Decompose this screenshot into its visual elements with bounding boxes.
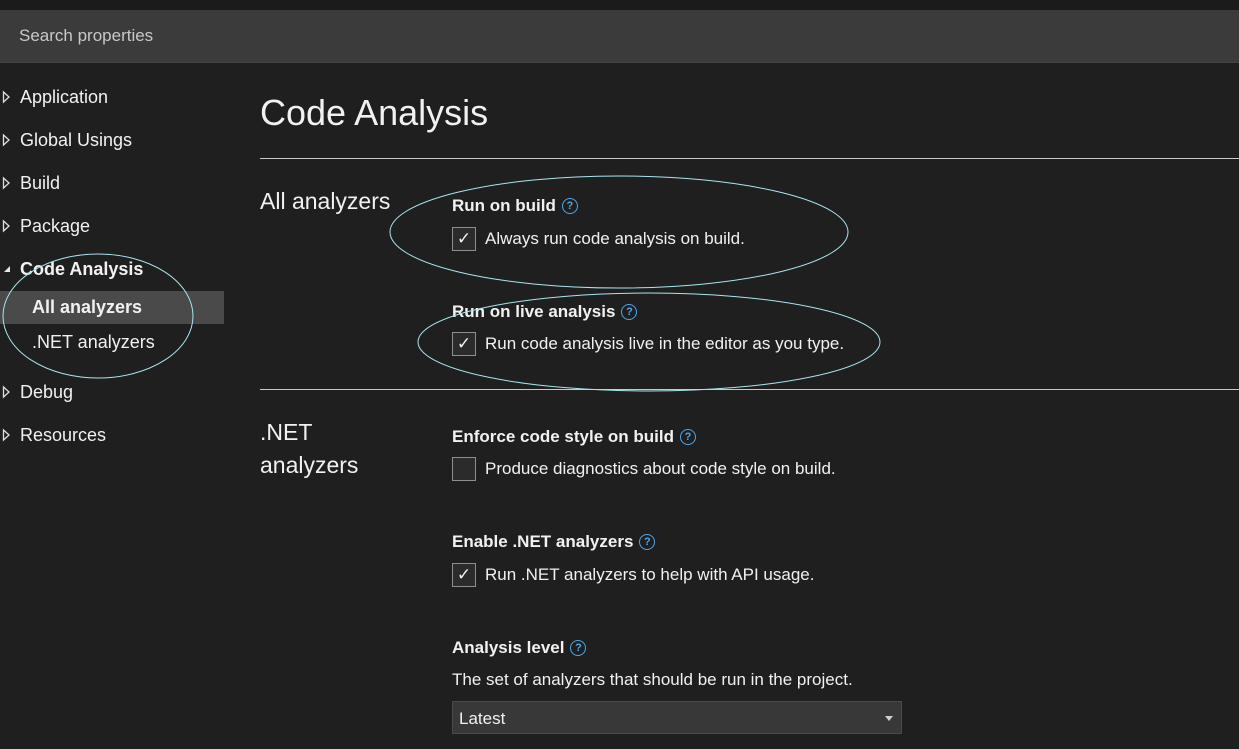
checkmark-icon: ✓: [456, 229, 472, 248]
sidebar-item-label: Resources: [20, 424, 107, 445]
section-divider: [260, 389, 1239, 390]
checkbox-label: Run .NET analyzers to help with API usag…: [485, 565, 815, 584]
chevron-right-icon: [2, 176, 10, 190]
search-input[interactable]: [0, 10, 1239, 62]
property-title-text: Analysis level: [452, 638, 565, 657]
property-title-text: Enable .NET analyzers: [452, 532, 634, 551]
chevron-down-icon: [885, 716, 893, 721]
section-title-net-analyzers: .NET analyzers: [260, 419, 359, 478]
checkbox-label: Produce diagnostics about code style on …: [485, 459, 836, 478]
sidebar: Application Global Usings Build Package …: [0, 63, 224, 749]
chevron-right-icon: [2, 428, 10, 442]
expanded-triangle-icon: [4, 266, 10, 272]
chevron-right-icon: [2, 133, 10, 147]
checkbox-run-on-build[interactable]: ✓ Always run code analysis on build.: [452, 227, 745, 251]
property-title-run-on-build: Run on build ?: [452, 196, 578, 216]
checkbox-label: Run code analysis live in the editor as …: [485, 334, 845, 353]
help-icon[interactable]: ?: [639, 534, 656, 550]
sidebar-item-resources[interactable]: Resources: [0, 418, 224, 452]
dropdown-value: Latest: [459, 709, 506, 728]
sidebar-subitem-label: .NET analyzers: [32, 332, 155, 352]
checkbox-checked[interactable]: ✓: [452, 227, 476, 251]
sidebar-item-label: Code Analysis: [20, 258, 144, 279]
section-divider: [260, 158, 1239, 159]
sidebar-item-build[interactable]: Build: [0, 166, 224, 200]
sidebar-subitem-label: All analyzers: [32, 297, 143, 317]
checkbox-checked[interactable]: ✓: [452, 563, 476, 587]
sidebar-item-debug[interactable]: Debug: [0, 375, 224, 409]
title-strip: [0, 0, 1239, 10]
help-icon[interactable]: ?: [570, 640, 587, 656]
chevron-right-icon: [2, 219, 10, 233]
sidebar-item-label: Debug: [20, 381, 74, 402]
search-bar: [0, 10, 1239, 63]
checkbox-run-on-live-analysis[interactable]: ✓ Run code analysis live in the editor a…: [452, 332, 844, 356]
help-icon[interactable]: ?: [561, 198, 578, 214]
property-title-analysis-level: Analysis level ?: [452, 638, 587, 658]
property-title-run-on-live-analysis: Run on live analysis ?: [452, 302, 638, 322]
checkmark-icon: ✓: [456, 334, 472, 353]
sidebar-item-label: Package: [20, 215, 91, 236]
sidebar-item-label: Application: [20, 86, 109, 107]
sidebar-item-label: Global Usings: [20, 129, 133, 150]
sidebar-item-application[interactable]: Application: [0, 80, 224, 114]
section-title-all-analyzers: All analyzers: [260, 188, 391, 214]
analysis-level-dropdown[interactable]: Latest: [452, 701, 902, 734]
checkbox-checked[interactable]: ✓: [452, 332, 476, 356]
page-title: Code Analysis: [260, 92, 489, 133]
property-title-text: Enforce code style on build: [452, 427, 674, 446]
sidebar-item-code-analysis[interactable]: Code Analysis: [0, 252, 224, 286]
property-title-enforce-code-style: Enforce code style on build ?: [452, 427, 696, 447]
sidebar-subitem-net-analyzers[interactable]: .NET analyzers: [0, 326, 224, 359]
sidebar-item-global-usings[interactable]: Global Usings: [0, 123, 224, 157]
property-title-text: Run on build: [452, 196, 556, 215]
checkbox-enable-net-analyzers[interactable]: ✓ Run .NET analyzers to help with API us…: [452, 563, 814, 587]
checkbox-enforce-code-style[interactable]: Produce diagnostics about code style on …: [452, 457, 836, 481]
chevron-right-icon: [2, 385, 10, 399]
help-icon[interactable]: ?: [621, 304, 638, 320]
sidebar-item-package[interactable]: Package: [0, 209, 224, 243]
sidebar-item-label: Build: [20, 172, 61, 193]
checkbox-unchecked[interactable]: [452, 457, 476, 481]
property-title-text: Run on live analysis: [452, 302, 616, 321]
sidebar-subitem-all-analyzers[interactable]: All analyzers: [0, 291, 224, 324]
property-description: The set of analyzers that should be run …: [452, 670, 853, 689]
chevron-right-icon: [2, 90, 10, 104]
property-title-enable-net-analyzers: Enable .NET analyzers ?: [452, 532, 656, 552]
checkbox-label: Always run code analysis on build.: [485, 229, 745, 248]
checkmark-icon: ✓: [456, 565, 472, 584]
help-icon[interactable]: ?: [679, 429, 696, 445]
